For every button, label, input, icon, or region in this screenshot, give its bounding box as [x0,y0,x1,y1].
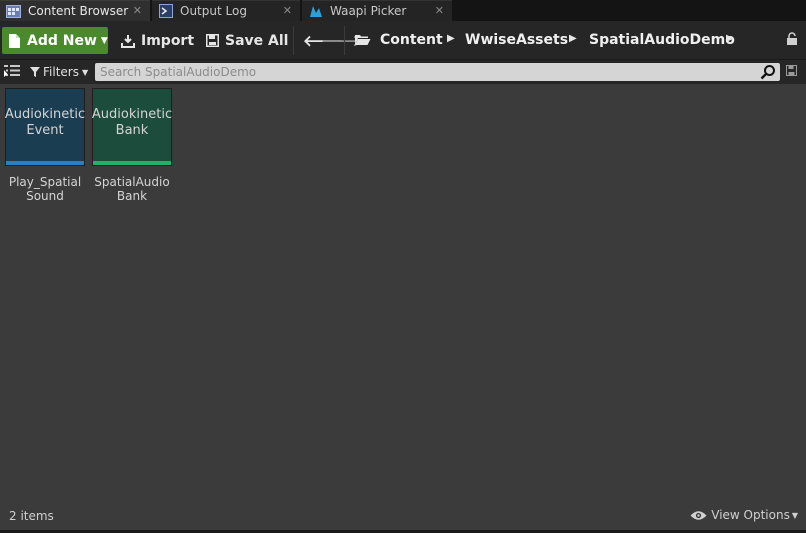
import-icon [121,34,135,48]
lock-icon[interactable] [786,32,798,49]
tab-label: Output Log [180,4,247,18]
add-new-label: Add New [27,32,97,49]
tab-output-log[interactable]: Output Log ✕ [152,0,300,21]
asset-tile[interactable]: Audiokinetic Event Play_Spatial Sound [5,88,85,203]
tab-waapi-picker[interactable]: Waapi Picker ✕ [302,0,452,21]
asset-name: Play_Spatial Sound [8,175,82,203]
asset-type-label: Audiokinetic Bank [91,107,173,138]
tab-label: Content Browser [28,4,129,18]
sources-panel-toggle-icon[interactable] [4,64,21,81]
output-log-icon [158,4,173,18]
import-button[interactable]: Import [121,27,194,54]
save-all-label: Save All [225,32,289,49]
asset-type-stripe [93,161,171,165]
asset-thumbnail: Audiokinetic Bank [92,88,172,166]
tab-strip: Content Browser ✕ Output Log ✕ Waapi Pic… [0,0,806,21]
asset-grid: Audiokinetic Event Play_Spatial Sound Au… [0,84,806,500]
breadcrumb-chevron-icon[interactable]: ▶ [447,33,455,44]
import-label: Import [141,32,195,49]
toolbar-divider [344,26,345,55]
close-icon[interactable]: ✕ [435,4,444,17]
tab-content-browser[interactable]: Content Browser ✕ [0,0,150,21]
content-browser-icon [6,4,21,18]
item-count: 2 items [9,509,54,523]
waapi-icon [308,4,323,18]
status-bar: 2 items View Options ▼ [0,500,806,533]
search-input[interactable]: Search SpatialAudioDemo [95,63,780,81]
folder-open-icon [354,33,371,49]
filters-button[interactable]: Filters ▼ [30,63,88,81]
view-options-button[interactable]: View Options ▼ [690,508,798,522]
eye-icon [690,510,707,520]
breadcrumb-wwiseassets[interactable]: WwiseAssets [465,29,568,51]
chevron-down-icon: ▼ [791,510,798,520]
asset-tile[interactable]: Audiokinetic Bank SpatialAudio Bank [92,88,172,203]
breadcrumb-chevron-icon[interactable]: ▶ [726,33,734,44]
add-new-button[interactable]: Add New ▼ [2,27,108,54]
save-search-icon[interactable] [786,65,797,79]
view-options-label: View Options [711,508,790,522]
save-icon [206,34,219,47]
search-placeholder: Search SpatialAudioDemo [100,65,257,79]
breadcrumb-content[interactable]: Content [380,29,443,51]
close-icon[interactable]: ✕ [133,4,142,17]
save-all-button[interactable]: Save All [206,27,288,54]
asset-thumbnail: Audiokinetic Event [5,88,85,166]
new-document-icon [9,33,20,48]
toolbar: Add New ▼ Import Save All 🡐 🡒 Content ▶ … [0,21,806,60]
asset-type-label: Audiokinetic Event [4,107,86,138]
asset-type-stripe [6,161,84,165]
chevron-down-icon: ▼ [81,67,89,77]
breadcrumb-spatialaudiodemo[interactable]: SpatialAudioDemo [589,29,735,51]
toolbar-divider [293,26,294,55]
close-icon[interactable]: ✕ [283,4,292,17]
filters-label: Filters [43,65,79,79]
search-icon[interactable] [760,64,776,85]
asset-name: SpatialAudio Bank [94,175,170,203]
tab-label: Waapi Picker [330,4,407,18]
breadcrumb-chevron-icon[interactable]: ▶ [569,33,577,44]
filter-icon [30,67,40,77]
filter-bar: Filters ▼ Search SpatialAudioDemo [0,60,806,84]
chevron-down-icon: ▼ [100,35,108,46]
